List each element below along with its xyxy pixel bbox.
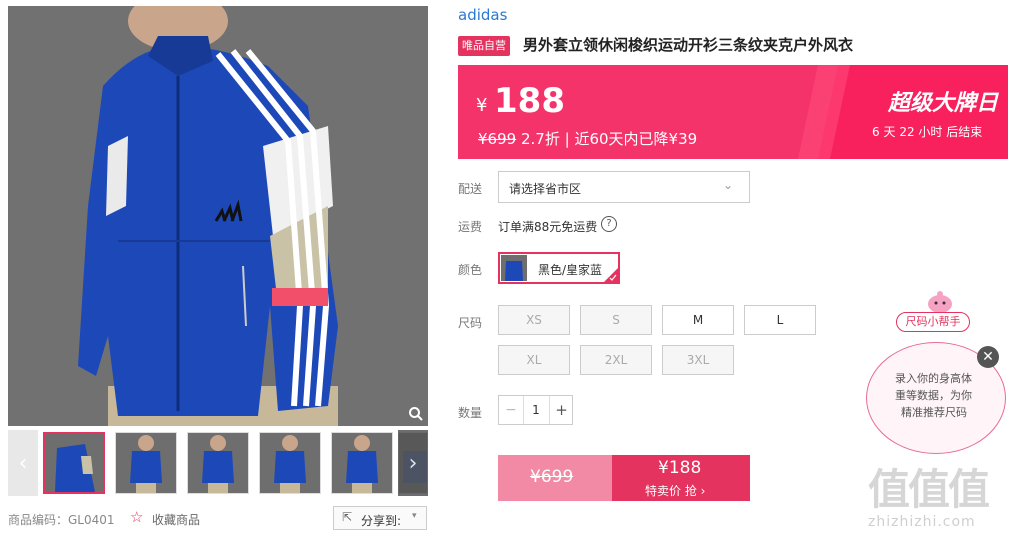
color-swatch-image [501, 255, 527, 281]
quantity-increase-button[interactable]: + [549, 396, 573, 424]
price-currency: ¥ [476, 95, 488, 116]
quantity-stepper: − 1 + [498, 395, 573, 425]
countdown-hour-unit: 小时 [918, 125, 943, 139]
size-option-l[interactable]: L [744, 305, 816, 335]
countdown-day-unit: 天 [883, 125, 896, 139]
buy-now-button[interactable]: ¥188 特卖价 抢 › [612, 455, 750, 501]
close-icon[interactable]: ✕ [977, 346, 999, 368]
color-option-selected[interactable]: 黑色/皇家蓝 [498, 252, 620, 284]
mascot-icon [928, 291, 952, 313]
thumbnail[interactable] [259, 432, 321, 494]
price-banner: ¥ 188 ¥699 2.7折 | 近60天内已降¥39 超级大牌日 6 天 2… [458, 65, 1008, 159]
brand-link[interactable]: adidas [458, 6, 507, 24]
self-operated-tag: 唯品自营 [458, 36, 510, 56]
price-separator: | [564, 130, 570, 148]
promo-title: 超级大牌日 [888, 91, 999, 116]
share-button[interactable]: ⇱ 分享到: ▾ [333, 506, 427, 530]
price-detail-row: ¥699 2.7折 | 近60天内已降¥39 [478, 128, 697, 149]
size-option-2xl[interactable]: 2XL [580, 345, 652, 375]
region-select-value: 请选择省市区 [509, 182, 582, 196]
zoom-icon[interactable] [408, 406, 424, 422]
star-icon: ☆ [130, 508, 144, 526]
countdown: 6 天 22 小时 后结束 [872, 123, 982, 140]
size-option-m[interactable]: M [662, 305, 734, 335]
price-history: 近60天内已降¥39 [574, 130, 698, 148]
size-helper-title: 尺码小帮手 [896, 312, 970, 332]
freight-label: 运费 [458, 220, 483, 234]
caret-down-icon: ▾ [412, 511, 417, 521]
selected-check-icon [604, 268, 618, 282]
size-option-3xl[interactable]: 3XL [662, 345, 734, 375]
quantity-label: 数量 [458, 406, 483, 420]
thumbnail[interactable] [187, 432, 249, 494]
buy-bar: ¥699 ¥188 特卖价 抢 › [498, 455, 750, 501]
current-price: 188 [494, 81, 565, 121]
watermark-logo: 值值值 [868, 465, 990, 514]
thumbnail-strip: ‹ › [8, 430, 428, 496]
chevron-down-icon: ⌄ [723, 178, 734, 192]
watermark: 值值值 zhizhizhi.com [830, 450, 1010, 540]
favorite-button[interactable]: 收藏商品 [152, 511, 200, 528]
countdown-suffix: 后结束 [946, 125, 983, 139]
chevron-left-icon: ‹ [18, 450, 28, 476]
countdown-days: 6 [872, 125, 880, 139]
thumb-prev-button[interactable]: ‹ [8, 430, 38, 496]
helper-line-1: 录入你的身高体 [895, 372, 972, 385]
helper-line-2: 重等数据，为你 [895, 389, 972, 402]
size-option-s[interactable]: S [580, 305, 652, 335]
shipping-label: 配送 [458, 182, 483, 196]
freight-text: 订单满88元免运费 [498, 220, 598, 234]
quantity-decrease-button[interactable]: − [499, 396, 524, 424]
watermark-url: zhizhizhi.com [868, 514, 976, 530]
quantity-input[interactable]: 1 [524, 396, 548, 424]
share-label: 分享到: [361, 514, 402, 528]
product-main-image[interactable] [8, 6, 428, 426]
color-option-label: 黑色/皇家蓝 [538, 263, 603, 277]
thumbnail[interactable] [115, 432, 177, 494]
thumb-next-button[interactable]: › [398, 430, 428, 496]
region-select[interactable]: 请选择省市区 ⌄ [498, 171, 750, 203]
original-price: ¥699 [478, 130, 517, 148]
sku-code: 商品编码：GL0401 [8, 513, 115, 527]
buy-original-price: ¥699 [530, 467, 574, 487]
image-footer: 商品编码：GL0401 ☆ 收藏商品 ⇱ 分享到: ▾ [8, 506, 428, 532]
size-option-xl[interactable]: XL [498, 345, 570, 375]
size-option-xs[interactable]: XS [498, 305, 570, 335]
color-label: 颜色 [458, 263, 483, 277]
product-title: 男外套立领休闲梭织运动开衫三条纹夹克户外风衣 [523, 36, 854, 54]
jacket-illustration [8, 6, 428, 426]
size-label: 尺码 [458, 316, 483, 330]
help-icon[interactable]: ? [601, 216, 617, 232]
original-price-button: ¥699 [498, 455, 612, 501]
chevron-right-icon: › [408, 450, 418, 476]
thumbnail[interactable] [43, 432, 105, 494]
countdown-hours: 22 [899, 125, 915, 139]
thumbnail[interactable] [331, 432, 393, 494]
buy-action-label: 特卖价 抢 › [645, 484, 706, 498]
buy-price: ¥188 [658, 458, 702, 478]
discount-rate: 2.7折 [520, 130, 560, 148]
size-helper[interactable]: 尺码小帮手 录入你的身高体 重等数据，为你 精准推荐尺码 ✕ [866, 290, 1006, 460]
helper-line-3: 精准推荐尺码 [901, 406, 967, 419]
share-icon: ⇱ [342, 510, 353, 524]
